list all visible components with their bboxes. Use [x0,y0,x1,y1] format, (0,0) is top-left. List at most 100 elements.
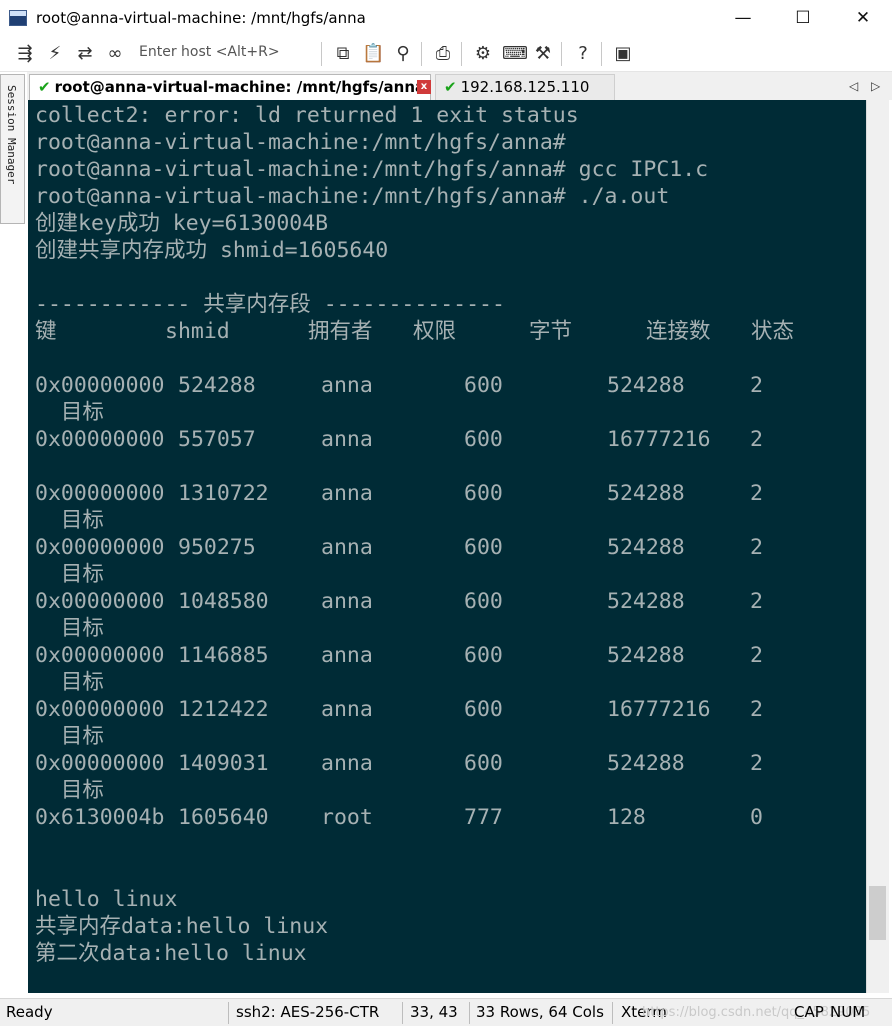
tab-label: 192.168.125.110 [460,78,590,96]
toolbar-divider [461,42,462,66]
tools-icon[interactable]: ⚒ [532,43,554,65]
cell-bytes: 524288 [607,373,685,398]
cell-status: 目标 [35,562,104,587]
cell-status: 目标 [35,400,104,425]
cell-key: 0x00000000 [35,535,165,560]
cell-bytes: 524288 [607,481,685,506]
terminal-line: ------------ 共享内存段 -------------- [35,292,505,317]
status-divider [402,1002,403,1024]
cell-shmid: 1310722 [178,481,269,506]
toolbar-divider [561,42,562,66]
title-bar: root@anna-virtual-machine: /mnt/hgfs/ann… [0,0,892,37]
status-bar: Ready ssh2: AES-256-CTR 33, 43 33 Rows, … [0,998,892,1026]
cell-status: 目标 [35,778,104,803]
cell-perms: 600 [464,481,503,506]
find-icon[interactable]: ⚲ [392,43,414,65]
cell-bytes: 524288 [607,589,685,614]
cell-owner: anna [321,373,373,398]
link-icon[interactable]: ∞ [104,43,126,65]
cell-shmid: 1212422 [178,697,269,722]
terminal-line: root@anna-virtual-machine:/mnt/hgfs/anna… [35,184,670,209]
help-icon[interactable]: ? [572,43,594,65]
connect-icon[interactable]: ⇶ [14,43,36,65]
header-shmid: shmid [165,319,230,344]
cell-shmid: 557057 [178,427,256,452]
cell-bytes: 524288 [607,643,685,668]
cell-key: 0x00000000 [35,751,165,776]
cell-key: 0x00000000 [35,643,165,668]
cell-owner: anna [321,643,373,668]
status-divider [469,1002,470,1024]
scroll-thumb[interactable] [869,886,886,940]
cell-owner: anna [321,427,373,452]
tab-bar: ✔ root@anna-virtual-machine: /mnt/hgfs/an… [27,72,892,100]
status-terminal-size: 33 Rows, 64 Cols [476,1003,604,1021]
table-row: 0x00000000 557057 anna 600 16777216 2 [35,426,855,453]
toolbar: ⇶ ⚡ ⇄ ∞ Enter host <Alt+R> ⧉ 📋 ⚲ ⎙ ⚙ ⌨ ⚒… [0,37,892,72]
status-num: NUM [830,1003,866,1021]
maximize-button[interactable]: ☐ [780,0,826,37]
status-ready: Ready [6,1003,53,1021]
cell-owner: root [321,805,373,830]
terminal-line: root@anna-virtual-machine:/mnt/hgfs/anna… [35,130,566,155]
terminal-scrollbar[interactable] [866,100,889,993]
cell-nattch: 2 [750,697,763,722]
tab-remote-host[interactable]: ✔ 192.168.125.110 [435,74,615,100]
table-row: 0x00000000 1310722 anna 600 524288 2 [35,480,855,507]
cell-nattch: 2 [750,373,763,398]
table-row: 0x6130004b 1605640 root 777 128 0 [35,804,855,831]
status-caps: CAP [794,1003,824,1021]
reconnect-icon[interactable]: ⇄ [74,43,96,65]
header-owner: 拥有者 [308,319,373,344]
paste-icon[interactable]: 📋 [362,43,384,65]
copy-icon[interactable]: ⧉ [332,43,354,65]
cell-owner: anna [321,589,373,614]
toolbar-divider [321,42,322,66]
cell-shmid: 1605640 [178,805,269,830]
cell-shmid: 1146885 [178,643,269,668]
cell-key: 0x00000000 [35,589,165,614]
cell-key: 0x00000000 [35,373,165,398]
terminal-line: root@anna-virtual-machine:/mnt/hgfs/anna… [35,157,709,182]
tab-root-session[interactable]: ✔ root@anna-virtual-machine: /mnt/hgfs/an… [29,74,431,100]
print-icon[interactable]: ⎙ [432,43,454,65]
table-row: 0x00000000 1048580 anna 600 524288 2 [35,588,855,615]
cell-perms: 600 [464,535,503,560]
cell-nattch: 0 [750,805,763,830]
close-button[interactable]: ✕ [840,0,886,37]
quick-connect-icon[interactable]: ⚡ [44,43,66,65]
terminal-line: 共享内存data:hello linux [35,914,329,939]
tab-next-icon[interactable]: ▷ [871,74,880,98]
screenshot-icon[interactable]: ▣ [612,43,634,65]
header-key: 键 [35,319,57,344]
minimize-button[interactable]: — [720,0,766,37]
cell-perms: 600 [464,373,503,398]
cell-bytes: 128 [607,805,646,830]
cell-status: 目标 [35,724,104,749]
cell-status: 目标 [35,508,104,533]
status-cursor-position: 33, 43 [410,1003,458,1021]
cell-nattch: 2 [750,751,763,776]
table-row: 0x00000000 1212422 anna 600 16777216 2 [35,696,855,723]
keymap-icon[interactable]: ⌨ [502,43,528,65]
toolbar-divider [421,42,422,66]
settings-icon[interactable]: ⚙ [472,43,494,65]
session-manager-tab[interactable]: Session Manager [0,74,25,224]
window-title: root@anna-virtual-machine: /mnt/hgfs/ann… [36,9,366,27]
header-perms: 权限 [413,319,457,344]
table-row: 0x00000000 1409031 anna 600 524288 2 [35,750,855,777]
terminal-line: 创建key成功 key=6130004B [35,211,329,236]
tab-label: root@anna-virtual-machine: /mnt/hgfs/ann… [54,78,426,96]
terminal-view[interactable]: collect2: error: ld returned 1 exit stat… [28,100,866,993]
terminal-line: 第二次data:hello linux [35,941,307,966]
host-input[interactable]: Enter host <Alt+R> [139,44,280,60]
tab-prev-icon[interactable]: ◁ [849,74,858,98]
terminal-line: 创建共享内存成功 shmid=1605640 [35,238,389,263]
session-manager-label: Session Manager [5,85,18,185]
cell-owner: anna [321,481,373,506]
header-nattch: 连接数 [646,319,711,344]
status-divider [612,1002,613,1024]
cell-shmid: 524288 [178,373,256,398]
terminal-line: hello linux [35,887,178,912]
tab-close-icon[interactable]: x [417,80,431,94]
